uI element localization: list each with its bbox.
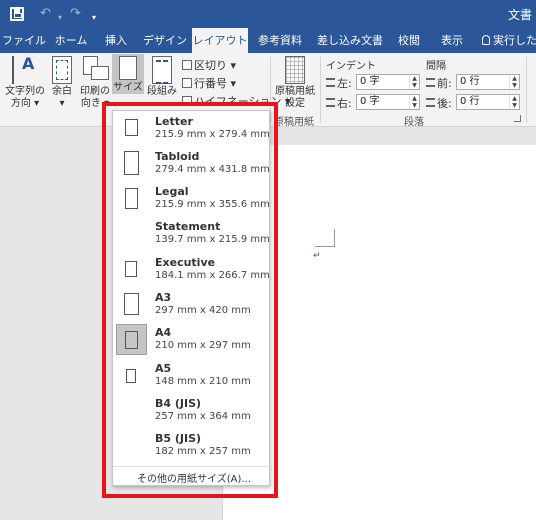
tab-layout[interactable]: レイアウト bbox=[192, 28, 248, 54]
breaks-button[interactable]: 区切り ▾ bbox=[182, 57, 236, 73]
save-icon[interactable] bbox=[10, 7, 24, 21]
columns-button[interactable]: 段組み bbox=[146, 56, 178, 98]
customize-toolbar-icon[interactable]: ▾ bbox=[92, 9, 96, 27]
spacing-after-input[interactable]: 0 行 ▲ ▼ bbox=[456, 94, 520, 110]
spacing-before-icon bbox=[426, 78, 435, 87]
genko-group-label: 原稿用紙 bbox=[274, 117, 314, 128]
tab-file[interactable]: ファイル bbox=[2, 28, 46, 53]
spinner-arrows-icon[interactable]: ▲ ▼ bbox=[509, 95, 519, 109]
columns-label: 段組み bbox=[147, 86, 177, 97]
spinner-arrows-icon[interactable]: ▲ ▼ bbox=[509, 75, 519, 89]
genko-settings-button[interactable]: 原稿用紙 設定 bbox=[273, 56, 317, 110]
indent-right-value: 0 字 bbox=[360, 96, 380, 107]
breaks-label: 区切り ▾ bbox=[194, 59, 237, 72]
line-numbers-icon bbox=[182, 78, 192, 88]
tab-insert[interactable]: 挿入 bbox=[96, 28, 136, 53]
indent-left-label: 左: bbox=[337, 77, 352, 90]
size-label: サイズ bbox=[113, 82, 143, 93]
indent-right-icon bbox=[326, 98, 335, 107]
tab-references[interactable]: 参考資料 bbox=[254, 28, 306, 53]
text-direction-label-2: 方向 ▾ bbox=[10, 98, 40, 109]
tell-me-box[interactable]: 実行したい bbox=[482, 28, 536, 53]
indent-left-icon bbox=[326, 78, 335, 87]
margins-icon bbox=[52, 56, 72, 84]
document-title: 文書 bbox=[507, 8, 532, 22]
margin-corner-mark bbox=[315, 229, 335, 247]
margins-button[interactable]: 余白 ▾ bbox=[46, 56, 78, 110]
undo-dropdown-icon[interactable]: ▾ bbox=[58, 9, 62, 27]
margins-dropdown-arrow: ▾ bbox=[59, 98, 65, 109]
tab-mailings[interactable]: 差し込み文書 bbox=[312, 28, 388, 53]
indent-left-row: 左: bbox=[326, 75, 352, 91]
page-size-icon bbox=[119, 56, 137, 80]
columns-icon bbox=[152, 56, 172, 84]
spacing-before-input[interactable]: 0 行 ▲ ▼ bbox=[456, 74, 520, 90]
group-divider bbox=[320, 57, 321, 123]
indent-right-input[interactable]: 0 字 ▲ ▼ bbox=[356, 94, 420, 110]
tab-design[interactable]: デザイン bbox=[140, 28, 190, 53]
indent-right-label: 右: bbox=[337, 97, 352, 110]
orientation-icon bbox=[83, 56, 109, 84]
indent-right-row: 右: bbox=[326, 95, 352, 111]
line-numbers-label: 行番号 ▾ bbox=[194, 77, 237, 90]
highlight-box bbox=[102, 102, 278, 498]
undo-icon[interactable]: ↶ bbox=[40, 5, 51, 23]
indent-title: インデント bbox=[326, 61, 376, 72]
genko-label: 原稿用紙 bbox=[275, 86, 315, 97]
group-divider bbox=[526, 57, 527, 123]
orientation-label: 印刷の bbox=[80, 86, 110, 97]
title-bar: ↶ ▾ ↷ ▾ 文書 bbox=[0, 0, 536, 28]
manuscript-paper-icon bbox=[285, 56, 305, 84]
margins-label: 余白 bbox=[52, 86, 72, 97]
spacing-after-row: 後: bbox=[426, 95, 452, 111]
lightbulb-icon bbox=[482, 35, 490, 45]
indent-left-input[interactable]: 0 字 ▲ ▼ bbox=[356, 74, 420, 90]
spacing-after-label: 後: bbox=[437, 97, 452, 110]
paragraph-group-label: 段落 bbox=[404, 117, 424, 128]
line-numbers-button[interactable]: 行番号 ▾ bbox=[182, 75, 236, 91]
spacing-before-row: 前: bbox=[426, 75, 452, 91]
spinner-arrows-icon[interactable]: ▲ ▼ bbox=[409, 75, 419, 89]
tab-home[interactable]: ホーム bbox=[50, 28, 92, 53]
breaks-icon bbox=[182, 60, 192, 70]
text-direction-button[interactable]: 文字列の 方向 ▾ bbox=[4, 56, 46, 110]
tell-me-text: 実行したい bbox=[493, 34, 536, 47]
dialog-launcher-icon[interactable] bbox=[514, 115, 521, 122]
spacing-title: 間隔 bbox=[426, 61, 446, 72]
text-direction-label: 文字列の bbox=[5, 86, 45, 97]
indent-left-value: 0 字 bbox=[360, 76, 380, 87]
redo-icon[interactable]: ↷ bbox=[70, 5, 81, 23]
ribbon-tabs: ファイル ホーム 挿入 デザイン レイアウト 参考資料 差し込み文書 校閲 表示… bbox=[0, 28, 536, 54]
genko-label-2: 設定 bbox=[285, 98, 305, 109]
paragraph-mark: ↵ bbox=[313, 251, 321, 261]
spacing-after-icon bbox=[426, 98, 435, 107]
text-direction-icon bbox=[12, 56, 38, 84]
tab-review[interactable]: 校閲 bbox=[392, 28, 426, 53]
spinner-arrows-icon[interactable]: ▲ ▼ bbox=[409, 95, 419, 109]
spacing-before-label: 前: bbox=[437, 77, 452, 90]
tab-view[interactable]: 表示 bbox=[432, 28, 472, 53]
spacing-before-value: 0 行 bbox=[460, 76, 480, 87]
spacing-after-value: 0 行 bbox=[460, 96, 480, 107]
size-button[interactable]: サイズ bbox=[112, 54, 144, 94]
